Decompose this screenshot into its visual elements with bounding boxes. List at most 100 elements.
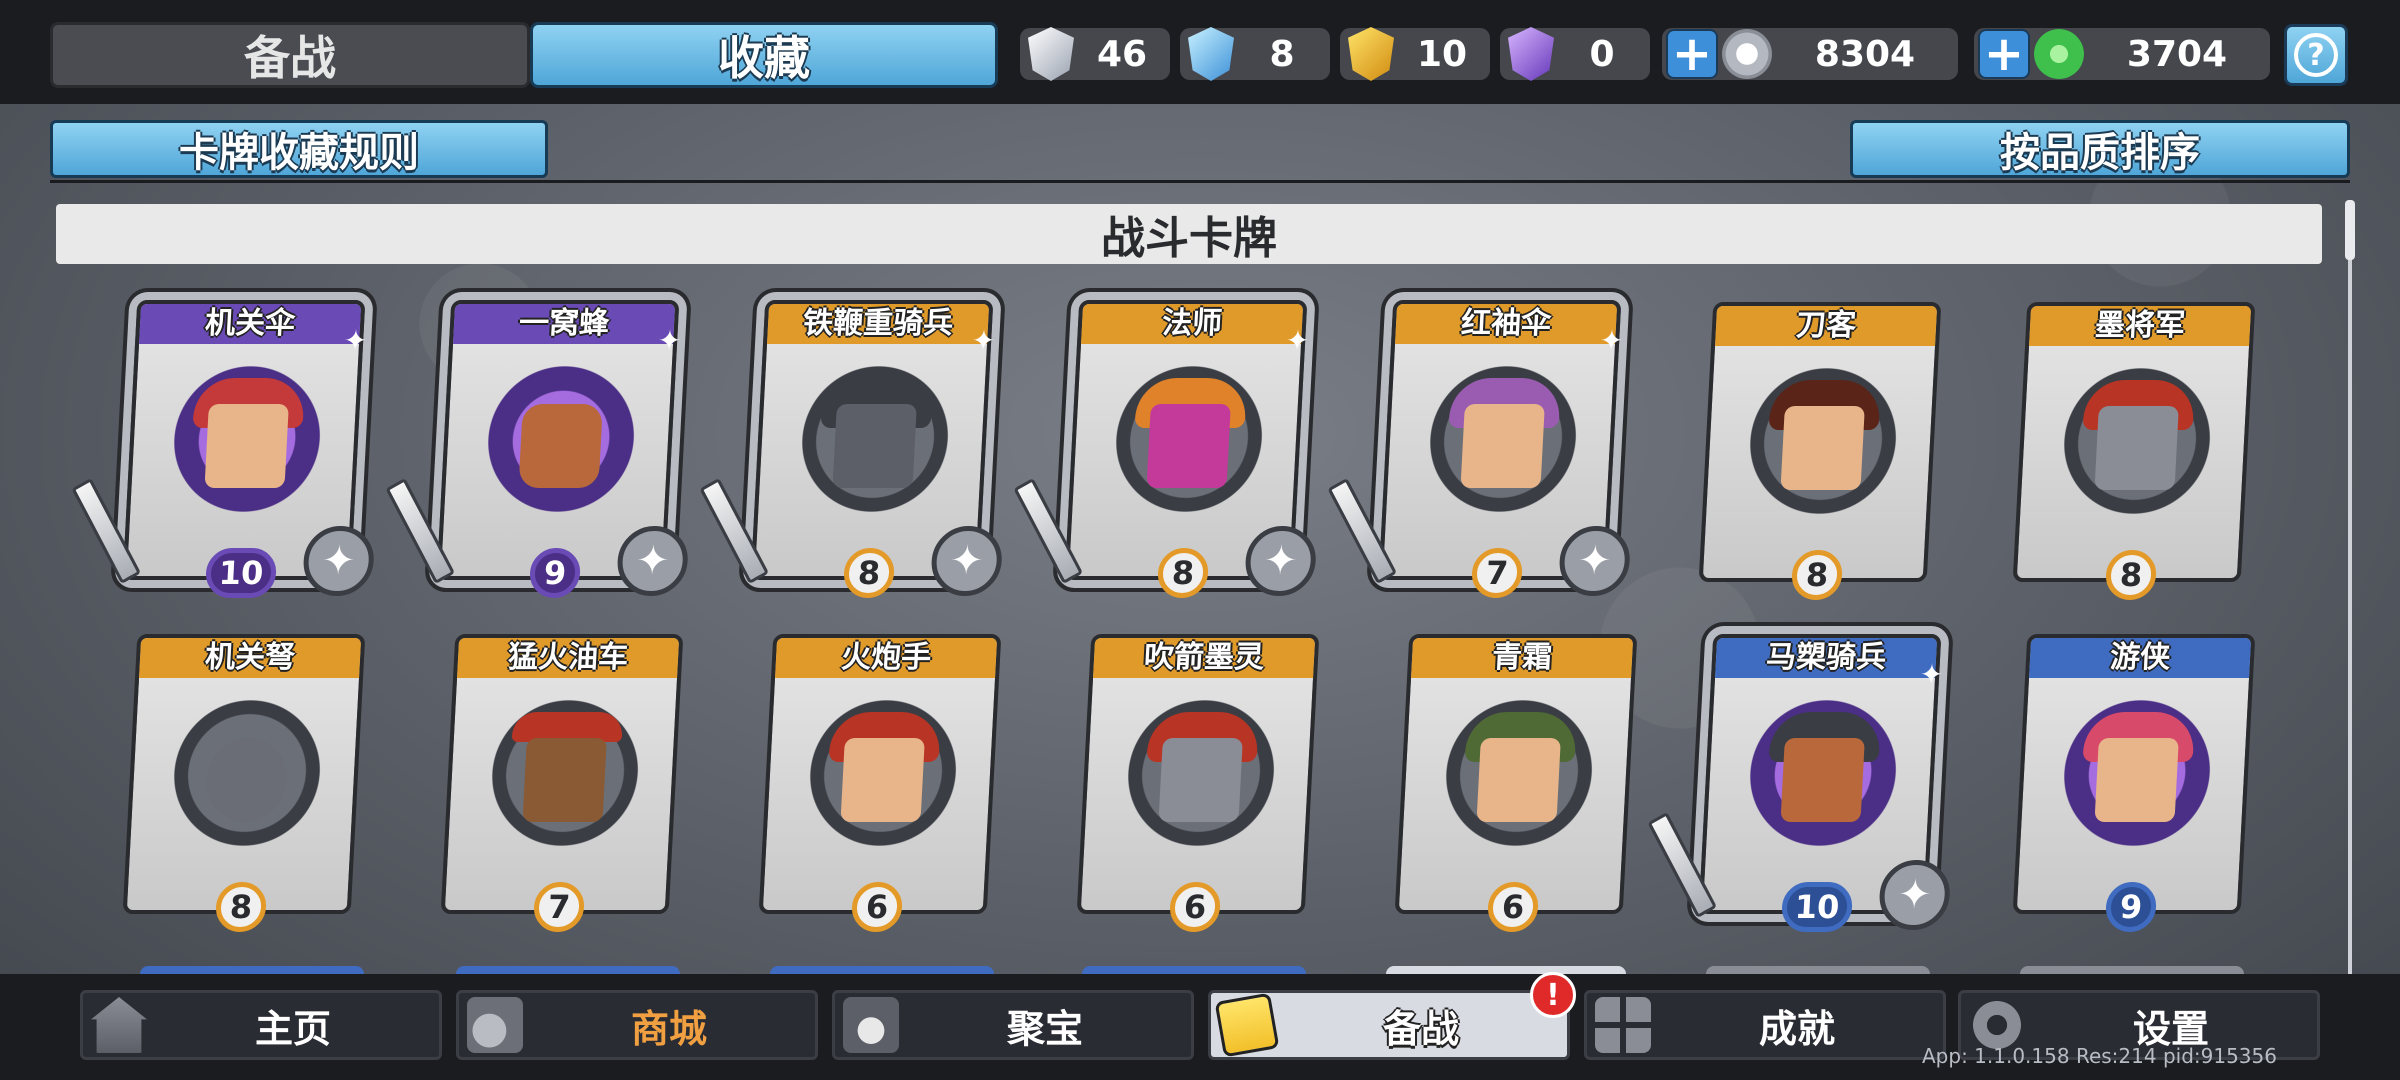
card-item[interactable]: 墨将军 8 bbox=[2012, 302, 2256, 600]
card-name: 机关伞 bbox=[139, 304, 362, 344]
card-item[interactable]: 机关弩 8 bbox=[122, 634, 366, 932]
face-shape bbox=[204, 738, 289, 822]
card-portrait bbox=[796, 364, 954, 514]
card-item[interactable]: 火炮手 6 bbox=[758, 634, 1002, 932]
upgrade-star-button[interactable]: ✦ bbox=[1557, 526, 1632, 596]
card-name: 游侠 bbox=[2029, 638, 2252, 678]
card-name: 马槊骑兵 bbox=[1715, 638, 1938, 678]
currency-jade: + 3704 bbox=[1974, 28, 2270, 80]
face-shape bbox=[2094, 738, 2179, 822]
card-name: 红袖伞 bbox=[1395, 304, 1618, 344]
card-portrait bbox=[1122, 698, 1280, 848]
card-portrait bbox=[2058, 366, 2216, 516]
nav-treasure[interactable]: 聚宝 bbox=[832, 990, 1194, 1060]
sword-icon bbox=[1647, 811, 1718, 919]
face-shape bbox=[1780, 738, 1865, 822]
card-item[interactable]: 吹箭墨灵 6 bbox=[1076, 634, 1320, 932]
upgrade-star-button[interactable]: ✦ bbox=[1243, 526, 1318, 596]
face-shape bbox=[832, 404, 917, 488]
add-silver-button[interactable]: + bbox=[1666, 29, 1718, 79]
card-name: 火炮手 bbox=[775, 638, 998, 678]
scrollbar-track[interactable] bbox=[2348, 200, 2352, 980]
face-shape bbox=[840, 738, 925, 822]
card-item[interactable]: 马槊骑兵 ✦ 10 ✦ bbox=[1647, 634, 1952, 932]
resource-value: 10 bbox=[1416, 33, 1468, 75]
card-item[interactable]: 机关伞 ✦ 10 ✦ bbox=[71, 300, 376, 598]
card-portrait bbox=[168, 364, 326, 514]
card-item[interactable]: 刀客 8 bbox=[1698, 302, 1942, 600]
face-shape bbox=[1460, 404, 1545, 488]
card-portrait bbox=[2058, 698, 2216, 848]
tab-collection[interactable]: 收藏 bbox=[530, 22, 998, 88]
card-item[interactable]: 法师 ✦ 8 ✦ bbox=[1013, 300, 1318, 598]
sparkle-icon: ✦ bbox=[342, 324, 369, 357]
face-shape bbox=[204, 404, 289, 488]
jade-coin-icon bbox=[2034, 29, 2084, 79]
card-name: 墨将军 bbox=[2029, 306, 2252, 346]
resource-value: 0 bbox=[1589, 33, 1615, 75]
card-level: 10 bbox=[204, 548, 278, 598]
upgrade-star-button[interactable]: ✦ bbox=[615, 526, 690, 596]
nav-home[interactable]: 主页 bbox=[80, 990, 442, 1060]
nav-label: 商城 bbox=[630, 1006, 707, 1051]
sparkle-icon: ✦ bbox=[1598, 324, 1625, 357]
upgrade-star-button[interactable]: ✦ bbox=[929, 526, 1004, 596]
currency-silver: + 8304 bbox=[1662, 28, 1958, 80]
silver-shard-icon bbox=[1028, 27, 1074, 81]
resource-purple-shards: 0 bbox=[1500, 27, 1650, 81]
alert-badge: ! bbox=[1530, 972, 1576, 1018]
battle-prep-icon bbox=[1214, 992, 1280, 1058]
nav-label: 聚宝 bbox=[1006, 1006, 1083, 1051]
card-item[interactable]: 游侠 9 bbox=[2012, 634, 2256, 932]
card-item[interactable]: 青霜 6 bbox=[1394, 634, 1638, 932]
card-level: 8 bbox=[842, 548, 896, 598]
nav-label: 成就 bbox=[1758, 1006, 1835, 1051]
card-name: 机关弩 bbox=[139, 638, 362, 678]
nav-label: 主页 bbox=[254, 1006, 331, 1051]
face-shape bbox=[1780, 406, 1865, 490]
card-item[interactable]: 猛火油车 7 bbox=[440, 634, 684, 932]
card-name: 猛火油车 bbox=[457, 638, 680, 678]
card-portrait bbox=[804, 698, 962, 848]
face-shape bbox=[518, 404, 603, 488]
sword-icon bbox=[1327, 477, 1398, 585]
card-collection-rules-button[interactable]: 卡牌收藏规则 bbox=[50, 120, 548, 178]
card-level: 7 bbox=[532, 882, 586, 932]
shop-icon bbox=[467, 997, 523, 1053]
upgrade-star-button[interactable]: ✦ bbox=[1877, 860, 1952, 930]
face-shape bbox=[2094, 406, 2179, 490]
nav-achievements[interactable]: 成就 bbox=[1584, 990, 1946, 1060]
face-shape bbox=[522, 738, 607, 822]
card-level: 7 bbox=[1470, 548, 1524, 598]
sparkle-icon: ✦ bbox=[656, 324, 683, 357]
card-portrait bbox=[1744, 366, 1902, 516]
blue-shard-icon bbox=[1188, 27, 1234, 81]
divider bbox=[50, 180, 2350, 183]
question-icon: ? bbox=[2294, 33, 2338, 77]
card-level: 9 bbox=[528, 548, 582, 598]
card-name: 吹箭墨灵 bbox=[1093, 638, 1316, 678]
card-level: 9 bbox=[2104, 882, 2158, 932]
card-item[interactable]: 铁鞭重骑兵 ✦ 8 ✦ bbox=[699, 300, 1004, 598]
upgrade-star-button[interactable]: ✦ bbox=[301, 526, 376, 596]
card-item[interactable]: 一窝蜂 ✦ 9 ✦ bbox=[385, 300, 690, 598]
add-jade-button[interactable]: + bbox=[1978, 29, 2030, 79]
sort-by-quality-button[interactable]: 按品质排序 bbox=[1850, 120, 2350, 178]
card-item[interactable]: 红袖伞 ✦ 7 ✦ bbox=[1327, 300, 1632, 598]
section-title: 战斗卡牌 bbox=[56, 204, 2322, 264]
card-level: 8 bbox=[214, 882, 268, 932]
sword-icon bbox=[1013, 477, 1084, 585]
sword-icon bbox=[71, 477, 142, 585]
top-bar: 备战 收藏 46 8 10 0 + 8304 + 3704 ? bbox=[0, 0, 2400, 104]
help-button[interactable]: ? bbox=[2284, 24, 2348, 86]
card-portrait bbox=[1424, 364, 1582, 514]
card-portrait bbox=[1440, 698, 1598, 848]
nav-battle-prep[interactable]: 备战 bbox=[1208, 990, 1570, 1060]
face-shape bbox=[1158, 738, 1243, 822]
scrollbar-thumb[interactable] bbox=[2345, 200, 2355, 260]
tab-battle-prep[interactable]: 备战 bbox=[50, 22, 530, 88]
card-portrait bbox=[486, 698, 644, 848]
resource-silver-shards: 46 bbox=[1020, 27, 1170, 81]
treasure-icon bbox=[843, 997, 899, 1053]
nav-shop[interactable]: 商城 bbox=[456, 990, 818, 1060]
